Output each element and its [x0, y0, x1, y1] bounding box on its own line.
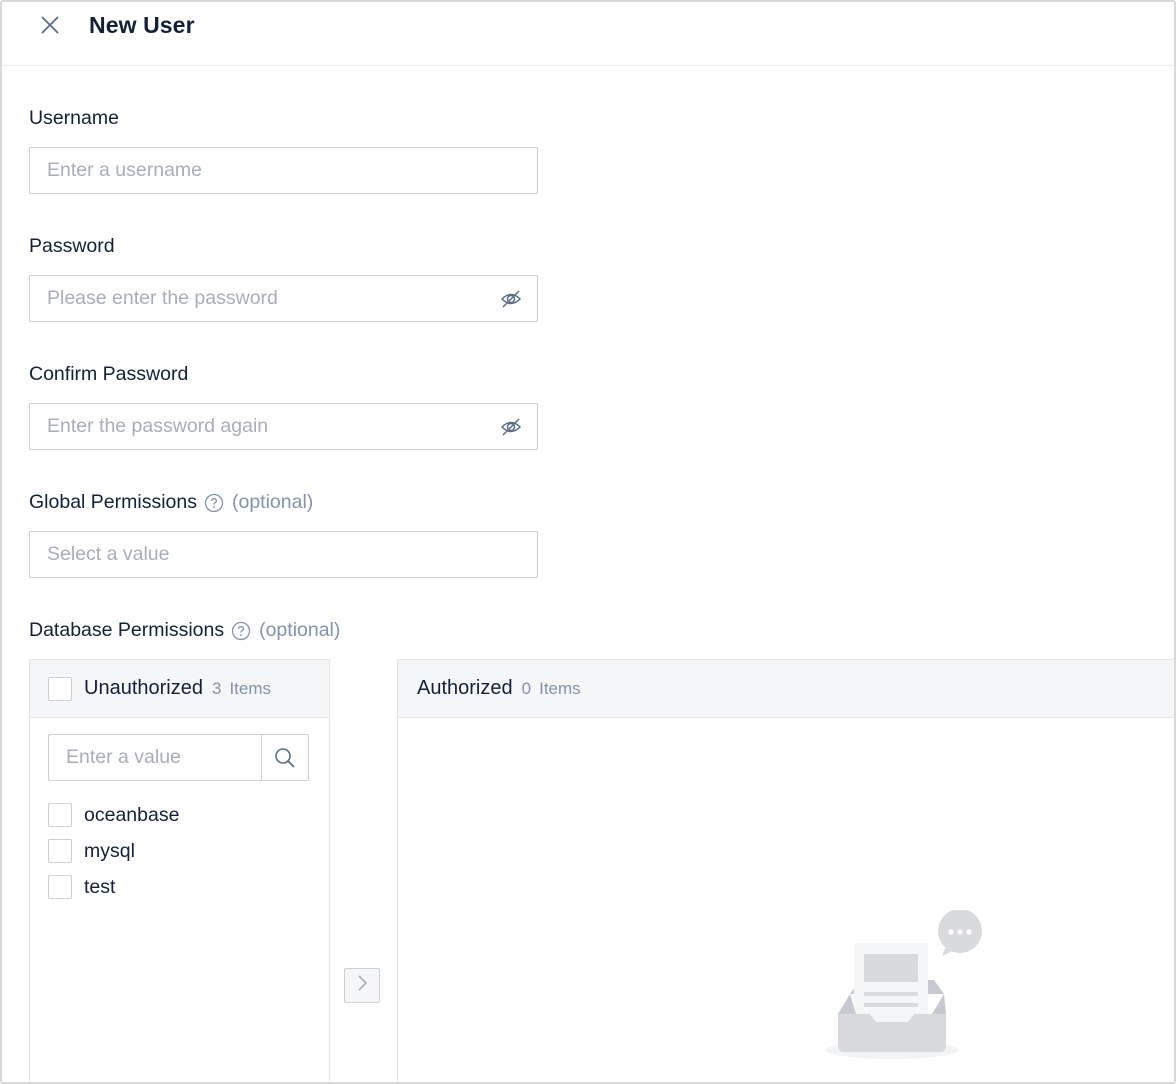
list-item-label: test [84, 876, 116, 898]
confirm-password-label-text: Confirm Password [29, 363, 189, 385]
confirm-password-input[interactable] [47, 404, 487, 449]
username-field[interactable] [29, 147, 538, 194]
authorized-title: Authorized 0 Items [417, 677, 581, 700]
page-title: New User [89, 12, 195, 38]
authorized-title-text: Authorized [417, 677, 513, 699]
password-label: Password [29, 235, 115, 258]
item-checkbox[interactable] [48, 803, 72, 827]
select-all-checkbox[interactable] [48, 677, 72, 701]
confirm-password-label: Confirm Password [29, 363, 188, 386]
authorized-list: Authorized 0 Items [397, 659, 1174, 1082]
unauthorized-unit: Items [229, 679, 271, 698]
unauthorized-title-text: Unauthorized [84, 677, 203, 699]
optional-hint: (optional) [231, 491, 314, 513]
eye-invisible-icon[interactable] [500, 417, 522, 437]
global-permissions-label-text: Global Permissions [29, 491, 197, 513]
chevron-right-icon [355, 974, 369, 997]
password-label-text: Password [29, 235, 115, 257]
search-icon[interactable] [261, 735, 308, 780]
global-permissions-input[interactable] [47, 532, 487, 577]
global-permissions-select[interactable] [29, 531, 538, 578]
list-item[interactable]: oceanbase [48, 801, 308, 831]
list-item-label: mysql [84, 840, 135, 862]
drawer: New User Username Password Confirm Passw… [0, 0, 1176, 1084]
list-item[interactable]: mysql [48, 837, 308, 867]
unauthorized-count: 3 [211, 679, 222, 698]
username-input[interactable] [47, 148, 487, 193]
unauthorized-list-header: Unauthorized 3 Items [30, 660, 329, 718]
optional-hint: (optional) [259, 619, 341, 641]
authorized-list-header: Authorized 0 Items [398, 660, 1174, 718]
password-field[interactable] [29, 275, 538, 322]
global-permissions-label: Global Permissions (optional) [29, 491, 313, 514]
authorized-unit: Items [539, 679, 581, 698]
database-permissions-label-text: Database Permissions [29, 619, 225, 641]
move-right-button[interactable] [344, 968, 380, 1003]
question-circle-icon[interactable] [231, 621, 251, 641]
drawer-header: New User [2, 2, 1174, 66]
close-icon[interactable] [38, 13, 62, 37]
unauthorized-title: Unauthorized 3 Items [84, 677, 271, 700]
database-permissions-label: Database Permissions (optional) [29, 619, 340, 642]
search-input[interactable] [66, 735, 256, 780]
empty-inbox-icon [820, 909, 986, 1065]
username-label-text: Username [29, 107, 119, 129]
question-circle-icon[interactable] [204, 493, 224, 513]
confirm-password-field[interactable] [29, 403, 538, 450]
item-checkbox[interactable] [48, 875, 72, 899]
username-label: Username [29, 107, 119, 130]
search-field[interactable] [48, 734, 309, 781]
list-item[interactable]: test [48, 873, 308, 903]
item-checkbox[interactable] [48, 839, 72, 863]
password-input[interactable] [47, 276, 487, 321]
eye-invisible-icon[interactable] [500, 289, 522, 309]
authorized-count: 0 [521, 679, 532, 698]
unauthorized-list: Unauthorized 3 Items oceanbase mysql test [29, 659, 330, 1082]
list-item-label: oceanbase [84, 804, 180, 826]
